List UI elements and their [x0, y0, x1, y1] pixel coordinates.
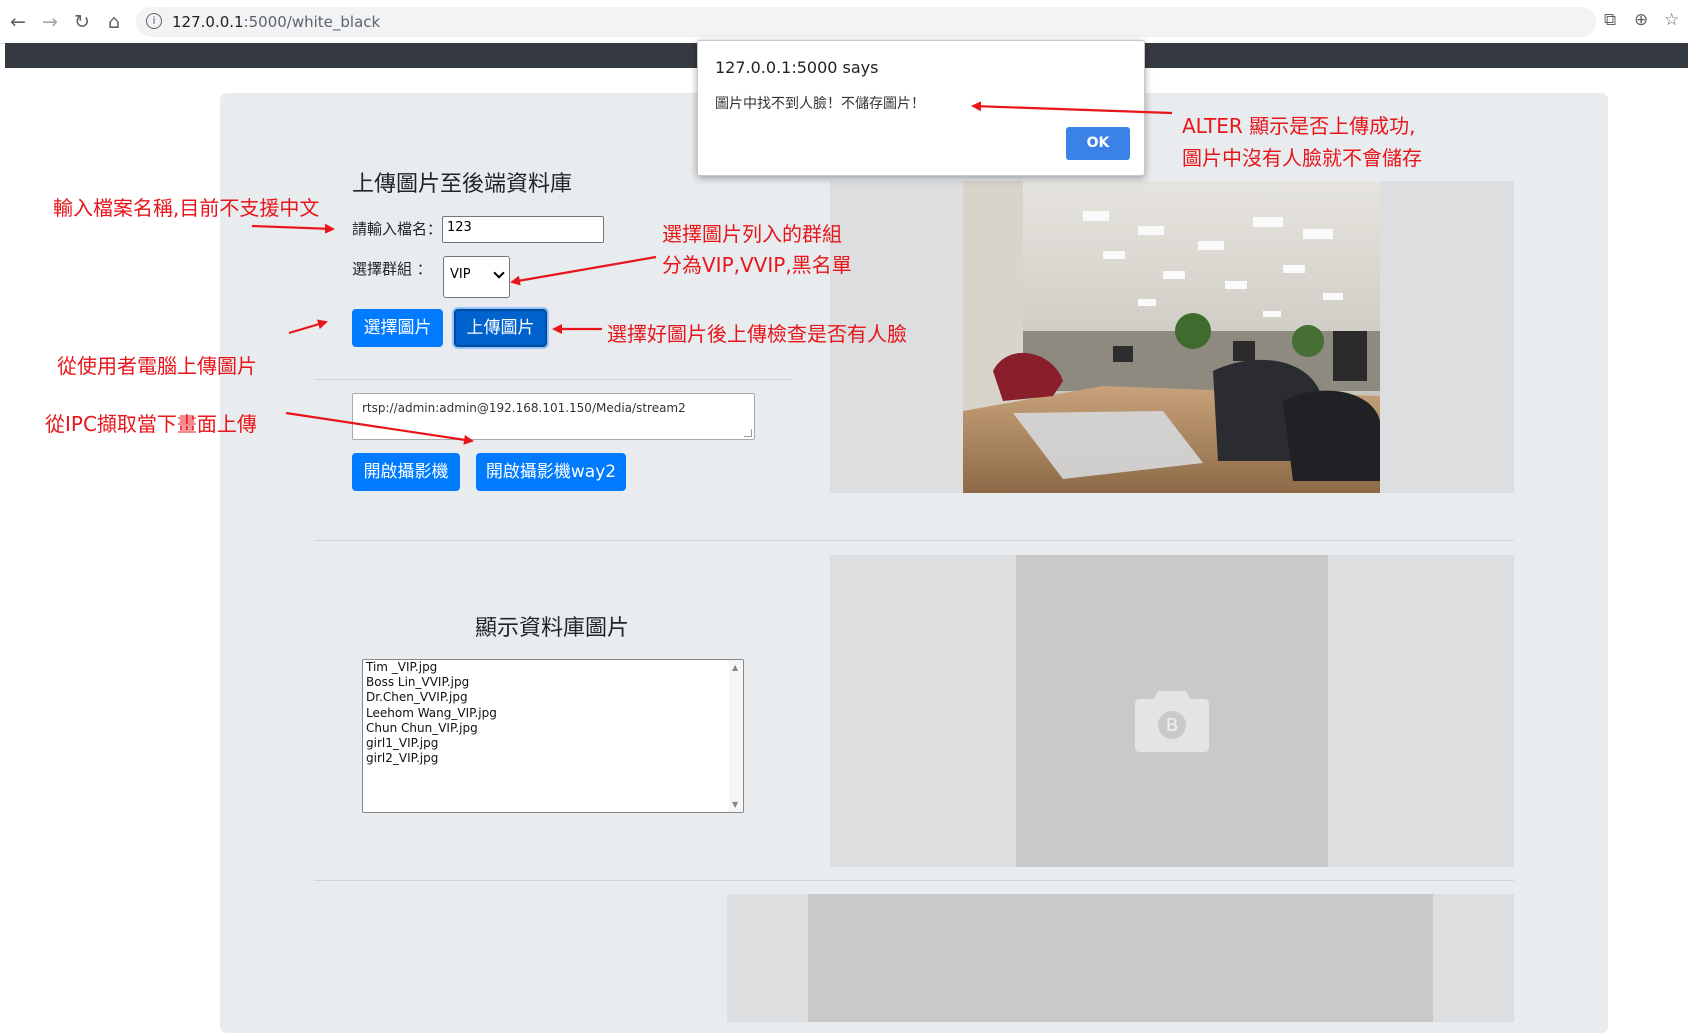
- group-arrow: [510, 255, 657, 286]
- upload-note: 選擇好圖片後上傳檢查是否有人臉: [607, 322, 907, 346]
- filename-arrow: [251, 223, 335, 234]
- group-note-line1: 選擇圖片列入的群組: [662, 222, 842, 246]
- choose-arrow: [288, 319, 328, 335]
- alert-note-line2: 圖片中沒有人臉就不會儲存: [1182, 146, 1422, 170]
- alert-arrow: [971, 101, 1173, 115]
- alert-note-line1: ALTER 顯示是否上傳成功,: [1182, 114, 1416, 138]
- ipc-note: 從IPC擷取當下畫面上傳: [45, 412, 257, 436]
- annotation-arrows: [251, 101, 1173, 445]
- ipc-arrow: [285, 411, 474, 445]
- choose-note: 從使用者電腦上傳圖片: [57, 354, 257, 378]
- group-note-line2: 分為VIP,VVIP,黑名單: [662, 253, 852, 277]
- filename-note: 輸入檔案名稱,目前不支援中文: [53, 196, 320, 220]
